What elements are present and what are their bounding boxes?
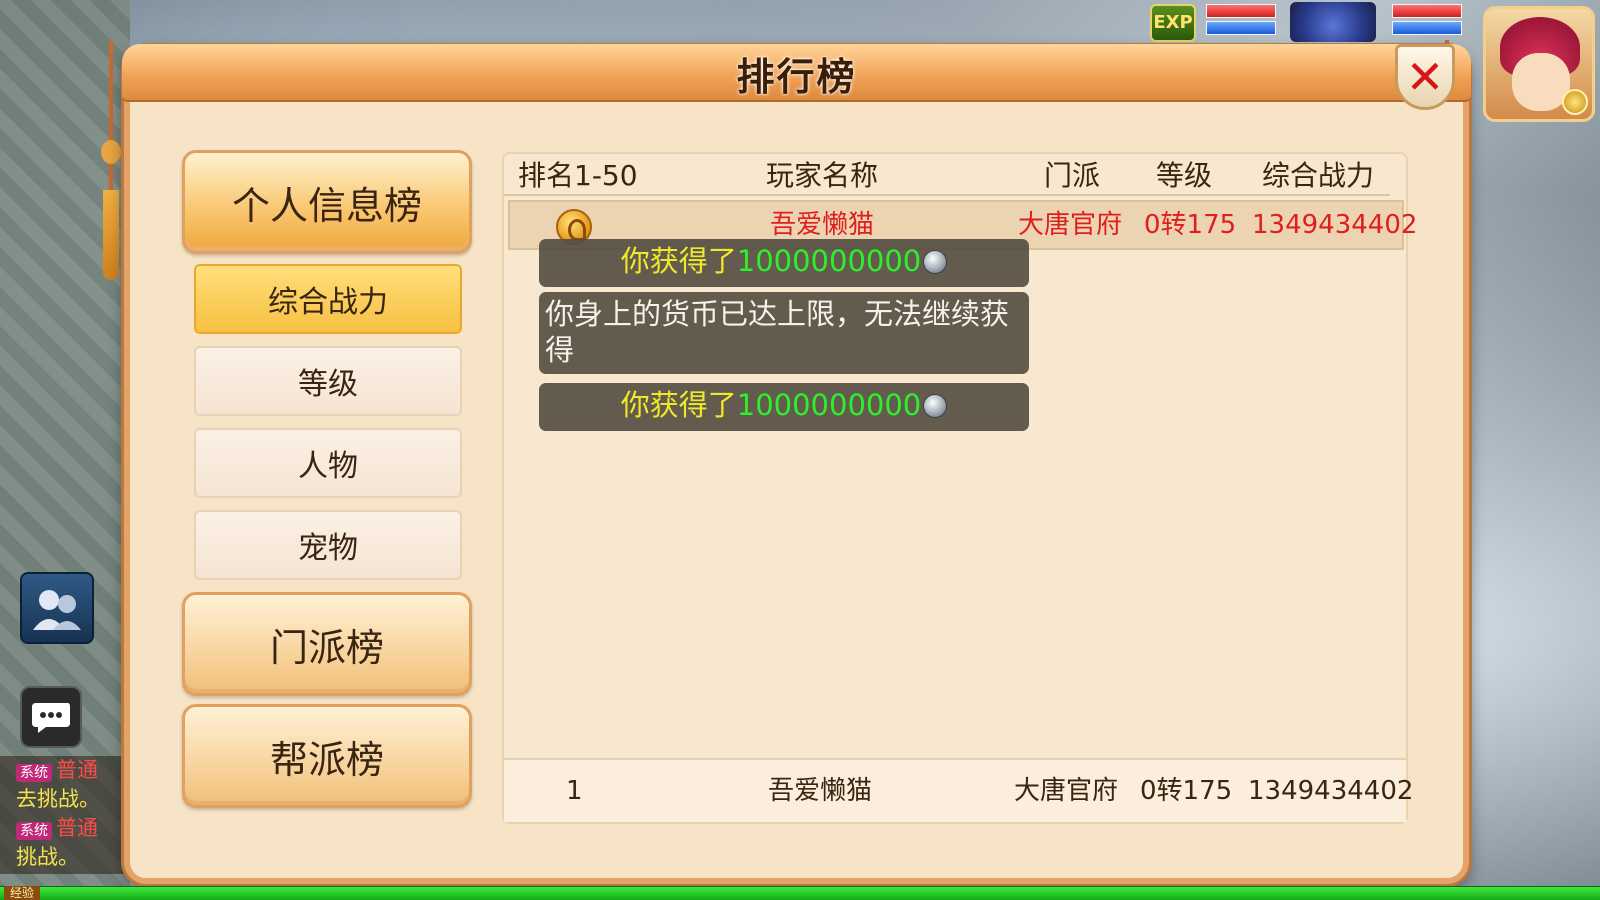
- my-player-name: 吾爱懒猫: [768, 776, 873, 806]
- friends-button[interactable]: [20, 572, 94, 644]
- chat-text: 普通: [56, 816, 98, 840]
- reward-toast: 你获得了1000000000: [539, 383, 1029, 431]
- silver-coin-icon: [923, 250, 948, 274]
- row-combat-power: 1349434402: [1252, 210, 1418, 240]
- my-rank-row: 1 吾爱懒猫 大唐官府 0转175 1349434402: [504, 758, 1413, 822]
- system-tag: 系统: [16, 822, 52, 840]
- menu-personal-info[interactable]: 个人信息榜: [182, 150, 472, 254]
- friends-icon: [33, 590, 81, 630]
- currency-limit-toast: 你身上的货币已达上限，无法继续获得: [539, 292, 1029, 374]
- player-mp-bar: [1392, 21, 1462, 35]
- submenu-combat-power[interactable]: 综合战力: [194, 264, 462, 334]
- header-rank: 排名1-50: [518, 159, 638, 192]
- row-sect: 大唐官府: [1018, 210, 1123, 240]
- close-icon: ✕: [1405, 50, 1445, 104]
- submenu-character[interactable]: 人物: [194, 428, 462, 498]
- chat-log[interactable]: 系统 普通 去挑战。 系统 普通 挑战。: [0, 756, 126, 874]
- header-sect: 门派: [1044, 159, 1101, 192]
- reward-toast: 你获得了1000000000: [539, 239, 1029, 287]
- toast-amount: 1000000000: [736, 244, 922, 278]
- exp-badge[interactable]: EXP: [1150, 4, 1196, 42]
- toast-text: 你获得了: [620, 388, 737, 422]
- my-combat-power: 1349434402: [1248, 776, 1414, 806]
- chat-text: 普通: [56, 758, 98, 782]
- toast-text: 你获得了: [620, 244, 737, 278]
- row-level: 0转175: [1144, 210, 1237, 240]
- submenu-pet[interactable]: 宠物: [194, 510, 462, 580]
- menu-guild-board[interactable]: 帮派榜: [182, 704, 472, 808]
- pet-status-bars: [1206, 4, 1276, 38]
- close-button[interactable]: ✕: [1395, 44, 1455, 110]
- player-status-bars: [1392, 4, 1462, 38]
- silver-coin-icon: [923, 394, 948, 418]
- my-sect: 大唐官府: [1014, 776, 1119, 806]
- toast-amount: 1000000000: [736, 388, 922, 422]
- coin-icon: [1562, 89, 1588, 115]
- chat-line: 去挑战。: [16, 787, 100, 811]
- pet-avatar[interactable]: [1290, 2, 1376, 42]
- player-hp-bar: [1392, 4, 1462, 18]
- chat-line: 系统 普通: [16, 756, 126, 785]
- table-header: 排名1-50 玩家名称 门派 等级 综合战力: [504, 154, 1390, 196]
- leaderboard-panel: 排行榜 ✕ 个人信息榜 综合战力 等级 人物 宠物 门派榜 帮派榜 排名1-50…: [122, 44, 1471, 884]
- chat-line: 挑战。: [16, 845, 79, 869]
- system-tag: 系统: [16, 764, 52, 782]
- header-player-name: 玩家名称: [766, 159, 879, 192]
- header-level: 等级: [1156, 159, 1213, 192]
- chat-button[interactable]: [20, 686, 82, 748]
- panel-title: 排行榜: [736, 55, 857, 99]
- menu-sect-board[interactable]: 门派榜: [182, 592, 472, 696]
- chat-bubble-icon: [32, 703, 70, 733]
- my-level: 0转175: [1140, 776, 1233, 806]
- pet-hp-bar: [1206, 4, 1276, 18]
- left-tassel-decoration: [100, 40, 122, 280]
- player-avatar[interactable]: [1483, 6, 1595, 122]
- header-combat-power: 综合战力: [1262, 159, 1375, 192]
- submenu-level[interactable]: 等级: [194, 346, 462, 416]
- experience-label: 经验: [4, 886, 41, 900]
- panel-header: 排行榜: [122, 44, 1471, 102]
- chat-line: 系统 普通: [16, 814, 126, 843]
- experience-bar: [0, 886, 1600, 900]
- my-rank: 1: [566, 776, 583, 806]
- pet-mp-bar: [1206, 21, 1276, 35]
